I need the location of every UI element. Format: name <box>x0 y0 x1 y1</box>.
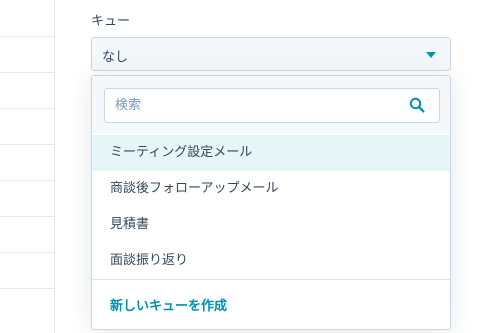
search-area <box>92 76 450 133</box>
row-divider <box>0 252 54 253</box>
queue-selected-value: なし <box>102 50 129 65</box>
option-meeting-setup-email[interactable]: ミーティング設定メール <box>92 135 450 171</box>
search-input[interactable] <box>104 88 440 123</box>
background-panel <box>0 0 55 333</box>
row-divider <box>0 180 54 181</box>
row-divider <box>0 36 54 37</box>
queue-select[interactable]: なし <box>91 37 451 71</box>
row-divider <box>0 144 54 145</box>
queue-label: キュー <box>91 14 131 29</box>
row-divider <box>0 72 54 73</box>
option-post-meeting-followup-email[interactable]: 商談後フォローアップメール <box>92 171 450 207</box>
dropdown-divider <box>92 279 450 280</box>
caret-down-icon <box>426 52 436 58</box>
create-queue-link[interactable]: 新しいキューを作成 <box>110 295 227 314</box>
row-divider <box>0 288 54 289</box>
row-divider <box>0 216 54 217</box>
search-icon[interactable] <box>409 97 425 113</box>
option-interview-review[interactable]: 面談振り返り <box>92 243 450 279</box>
queue-dropdown-menu: ミーティング設定メール 商談後フォローアップメール 見積書 面談振り返り 新しい… <box>91 75 451 330</box>
row-divider <box>0 108 54 109</box>
option-quote[interactable]: 見積書 <box>92 207 450 243</box>
